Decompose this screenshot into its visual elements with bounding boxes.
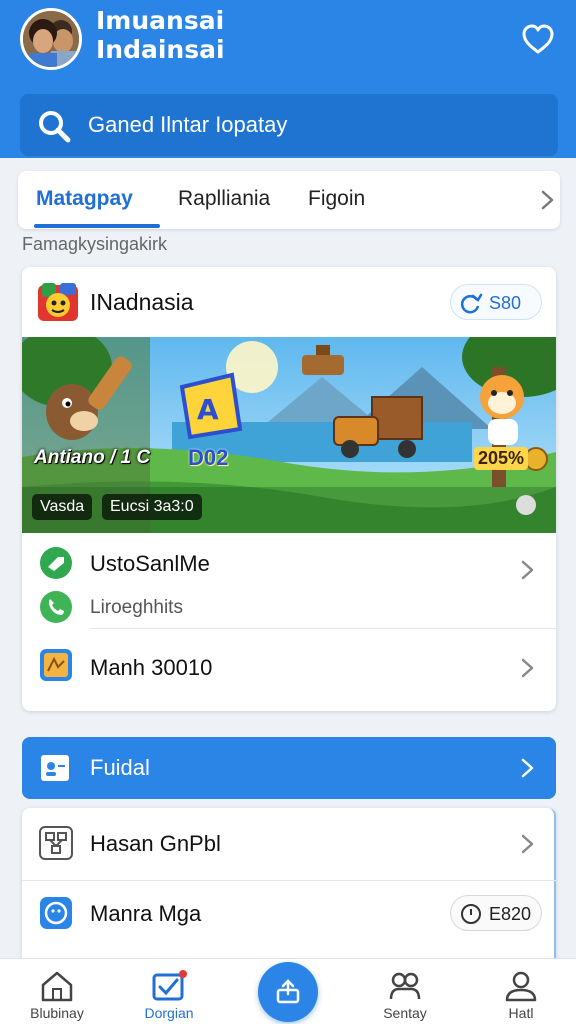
- nav-dorgian[interactable]: Dorgian: [124, 959, 214, 1024]
- tab-figoin[interactable]: Figoin: [308, 187, 365, 211]
- profile-card-icon: [41, 755, 69, 781]
- section-label: Famagkysingakirk: [22, 234, 168, 254]
- game-logo-icon: [38, 283, 78, 321]
- banner-tag-2: Eucsi 3a3:0: [102, 494, 202, 520]
- list-item-subtitle: Liroeghhits: [90, 597, 183, 618]
- app-title-line1: Imuansai: [96, 6, 225, 35]
- avatar-image: [23, 11, 79, 67]
- app-header: Imuansai Indainsai: [0, 0, 576, 158]
- list-item-ustosanlme[interactable]: UstoSanlMe Liroeghhits: [22, 533, 556, 629]
- checklist-icon: [152, 970, 187, 1001]
- nav-center-action-button[interactable]: [258, 962, 318, 1022]
- chevron-right-icon: [521, 560, 534, 580]
- chat-bubble-icon: [40, 547, 72, 579]
- list-item-label: Hasan GnPbl: [90, 831, 221, 856]
- timer-badge[interactable]: E820: [450, 895, 542, 931]
- game-card: INadnasia S80 A Antiano / 1 C D02 205% V…: [22, 267, 556, 711]
- nav-label: Sentay: [383, 1005, 427, 1021]
- search-icon: [39, 111, 71, 143]
- timer-badge-value: E820: [489, 904, 532, 924]
- heart-shield-icon: [522, 24, 554, 54]
- face-badge-icon: [40, 897, 72, 929]
- share-box-icon: [276, 979, 300, 1004]
- phone-icon: [40, 591, 72, 623]
- list-item-manh[interactable]: Manh 30010: [22, 629, 556, 711]
- card-title: INadnasia: [90, 289, 194, 315]
- chevron-right-icon: [521, 834, 534, 854]
- fuidal-label: Fuidal: [90, 755, 150, 780]
- clock-icon: [461, 904, 481, 924]
- tab-matagpay[interactable]: Matagpay: [36, 187, 133, 211]
- search-bar[interactable]: [20, 94, 558, 156]
- svg-text:A: A: [197, 393, 219, 426]
- refresh-badge[interactable]: S80: [450, 284, 542, 320]
- banner-caption-right: 205%: [474, 447, 529, 470]
- active-tab-indicator: [34, 224, 160, 228]
- list-item-hasan[interactable]: Hasan GnPbl: [22, 808, 556, 880]
- network-icon: [39, 826, 73, 860]
- list-item-label: UstoSanlMe: [90, 551, 210, 576]
- refresh-badge-value: S80: [489, 293, 522, 313]
- banner-caption-left: Antiano / 1 C: [34, 447, 151, 468]
- list-item-label: Manh 30010: [90, 655, 213, 680]
- list-item-label: Manra Mga: [90, 901, 202, 926]
- people-icon: [389, 972, 421, 1000]
- game-banner[interactable]: A Antiano / 1 C D02 205% Vasda Eucsi 3a3…: [22, 337, 556, 533]
- nav-label: Hatl: [508, 1005, 534, 1021]
- app-title: Imuansai Indainsai: [96, 6, 225, 64]
- tab-bar: Matagpay Raplliania Figoin: [18, 171, 560, 229]
- search-input[interactable]: [88, 104, 538, 146]
- banner-tag-1: Vasda: [32, 494, 93, 520]
- tab-raplliania[interactable]: Raplliania: [178, 187, 270, 211]
- home-icon: [41, 971, 73, 1002]
- app-title-line2: Indainsai: [96, 35, 225, 64]
- person-icon: [505, 971, 537, 1002]
- nav-sentay[interactable]: Sentay: [360, 959, 450, 1024]
- map-icon: [40, 649, 72, 681]
- fuidal-button[interactable]: Fuidal: [22, 737, 556, 799]
- nav-label: Blubinay: [30, 1005, 84, 1021]
- avatar[interactable]: [20, 8, 82, 70]
- banner-caption-center: D02: [188, 445, 229, 470]
- nav-hatl[interactable]: Hatl: [476, 959, 566, 1024]
- favorite-button[interactable]: [520, 22, 556, 56]
- chevron-right-icon[interactable]: [536, 189, 558, 211]
- chevron-right-icon: [521, 758, 534, 778]
- chevron-right-icon: [521, 658, 534, 678]
- nav-label: Dorgian: [144, 1005, 194, 1021]
- secondary-card: Hasan GnPbl Manra Mga E820: [22, 808, 556, 968]
- refresh-icon: [460, 293, 483, 314]
- nav-home[interactable]: Blubinay: [12, 959, 102, 1024]
